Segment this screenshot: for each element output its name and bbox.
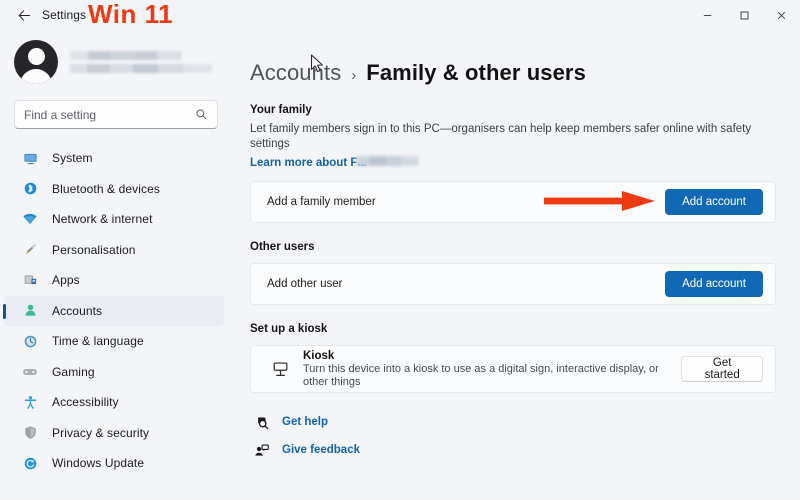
breadcrumb: Accounts › Family & other users [250,60,776,86]
feedback-icon [250,443,272,458]
add-other-user-label: Add other user [267,278,343,290]
minimize-icon [703,14,712,16]
search-input[interactable] [24,107,195,122]
minimize-button[interactable] [689,0,726,30]
update-icon [20,454,40,472]
sidebar-item-label: Accounts [52,303,103,318]
sidebar-item-privacy-security[interactable]: Privacy & security [4,418,224,449]
sidebar-item-time-language[interactable]: Time & language [4,326,224,357]
wifi-icon [20,210,40,228]
section-heading-other-users: Other users [250,241,315,253]
your-family-section: Your family Let family members sign in t… [250,104,776,223]
footer-links: Get help Give feedback [250,411,776,461]
sidebar-item-bluetooth-devices[interactable]: Bluetooth & devices [4,174,224,205]
main-content: Accounts › Family & other users Your fam… [232,30,800,500]
your-family-description: Let family members sign in to this PC—or… [250,123,752,150]
breadcrumb-separator: › [351,67,357,84]
sidebar-item-label: Apps [52,273,80,288]
sidebar-item-network-internet[interactable]: Network & internet [4,204,224,235]
redacted-name [70,51,182,60]
redacted-email [70,64,212,73]
sidebar-item-label: Time & language [52,334,144,349]
search-container [0,88,232,137]
help-icon [250,415,272,430]
kiosk-icon [265,360,295,379]
breadcrumb-parent[interactable]: Accounts [250,60,341,86]
sidebar-item-accessibility[interactable]: Accessibility [4,387,224,418]
sidebar-item-label: Windows Update [52,456,145,471]
learn-more-link[interactable]: Learn more about Far [250,157,368,169]
search-box[interactable] [14,100,218,129]
sidebar-item-gaming[interactable]: Gaming [4,357,224,388]
add-other-user-button[interactable]: Add account [665,271,763,297]
kiosk-get-started-button[interactable]: Get started [681,356,763,382]
section-heading-kiosk: Set up a kiosk [250,323,328,335]
avatar-body [20,69,52,84]
account-name-redacted [70,51,212,73]
person-icon [20,302,40,320]
sidebar-item-label: Gaming [52,364,95,379]
give-feedback-label: Give feedback [282,444,360,456]
profile-block[interactable] [0,32,232,88]
sidebar-nav: System Bluetooth & devices Network & int… [0,143,232,479]
back-button[interactable] [8,3,40,27]
kiosk-description: Turn this device into a kiosk to use as … [303,362,659,388]
sidebar-item-label: Privacy & security [52,425,150,440]
window-controls [689,0,800,30]
kiosk-title: Kiosk [303,349,335,362]
add-family-account-button[interactable]: Add account [665,189,763,215]
shield-icon [20,424,40,442]
close-icon [777,11,786,19]
add-family-member-label: Add a family member [267,196,376,208]
redacted-link-tail [356,156,418,166]
kiosk-section: Set up a kiosk Kiosk Turn this device in… [250,323,776,393]
avatar [14,40,58,84]
search-icon [196,109,207,120]
get-help-label: Get help [282,416,329,428]
window-body: System Bluetooth & devices [0,30,800,500]
sidebar-item-label: System [52,151,93,166]
sidebar: System Bluetooth & devices [0,30,232,500]
annotation-win11: Win 11 [88,0,174,29]
add-other-user-card: Add other user Add account [250,263,776,305]
brush-icon [20,241,40,259]
maximize-button[interactable] [726,0,763,30]
sidebar-item-accounts[interactable]: Accounts [3,295,224,326]
close-button[interactable] [763,0,800,30]
avatar-head [27,48,45,65]
app-title: Settings [42,8,87,22]
sidebar-item-label: Network & internet [52,212,153,227]
sidebar-item-label: Bluetooth & devices [52,181,160,196]
bluetooth-icon [20,180,40,198]
learn-more-link-wrap: Learn more about Far [250,153,418,171]
accessibility-icon [20,393,40,411]
kiosk-text: Kiosk Turn this device into a kiosk to u… [303,350,681,389]
section-heading-your-family: Your family [250,104,312,116]
add-family-member-card: Add a family member Add account [250,181,776,223]
sidebar-item-label: Personalisation [52,242,136,257]
sidebar-item-system[interactable]: System [4,143,224,174]
monitor-icon [20,149,40,167]
sidebar-item-label: Accessibility [52,395,119,410]
apps-icon [20,271,40,289]
sidebar-item-windows-update[interactable]: Windows Update [4,448,224,479]
maximize-icon [740,11,749,19]
gamepad-icon [20,363,40,381]
title-bar: Settings Win 11 [0,0,800,30]
other-users-section: Other users Add other user Add account [250,241,776,305]
kiosk-card: Kiosk Turn this device into a kiosk to u… [250,345,776,393]
give-feedback-link[interactable]: Give feedback [250,439,776,461]
page-title: Family & other users [366,60,586,85]
get-help-link[interactable]: Get help [250,411,776,433]
back-arrow-icon [18,9,30,21]
clock-icon [20,332,40,350]
sidebar-item-personalisation[interactable]: Personalisation [4,235,224,266]
settings-window: Settings Win 11 Find a setting System Bl… [0,0,800,500]
sidebar-item-apps[interactable]: Apps [4,265,224,296]
